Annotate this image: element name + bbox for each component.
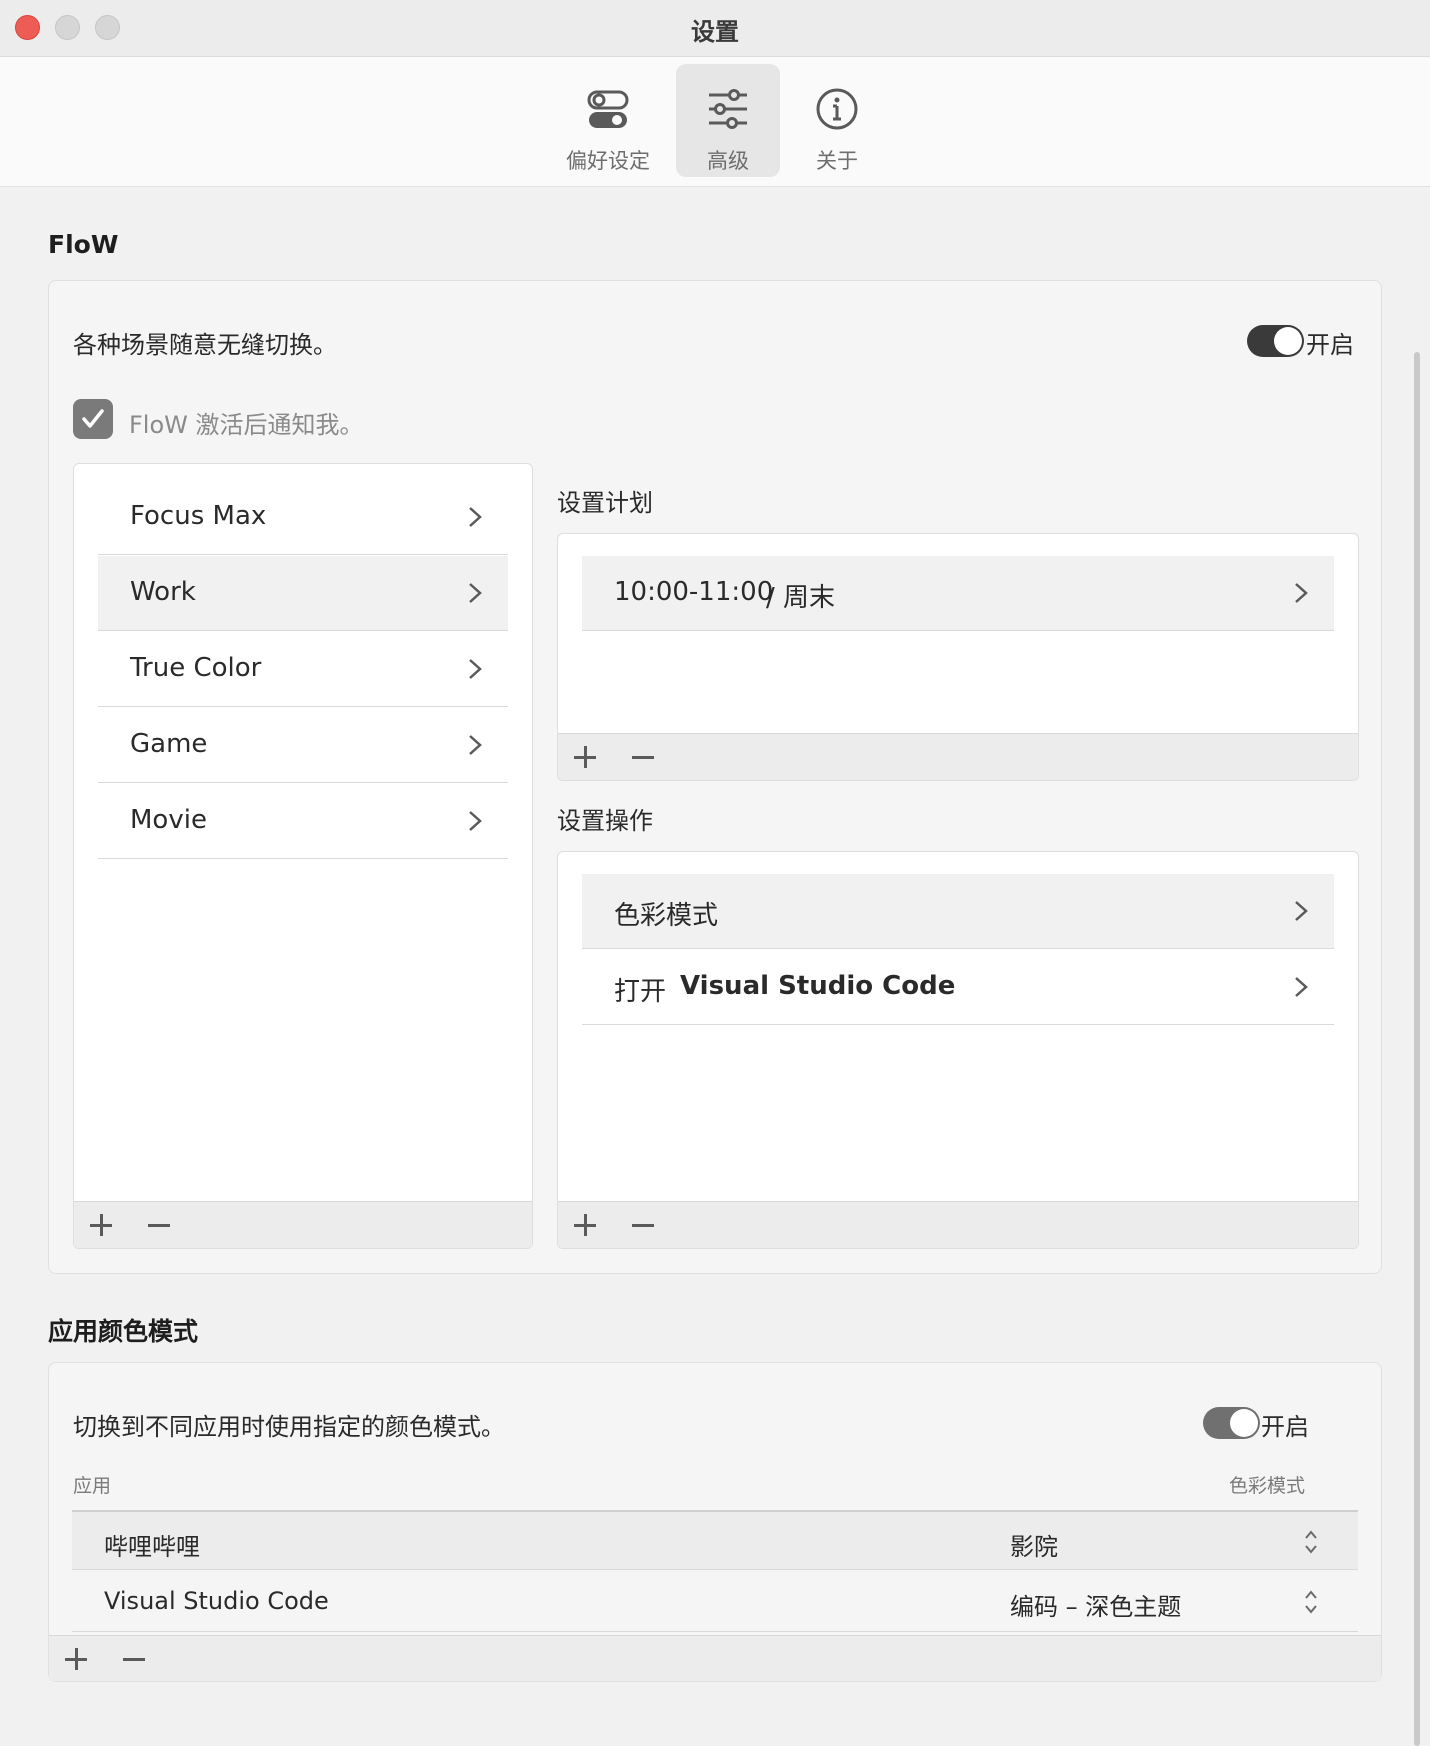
notify-checkbox[interactable]	[73, 399, 113, 439]
tab-preferences-label: 偏好设定	[566, 149, 650, 173]
remove-app-button[interactable]	[123, 1648, 145, 1670]
schedule-time: 10:00-11:00	[614, 577, 774, 607]
app-color-toggle[interactable]	[1203, 1407, 1260, 1439]
color-mode-value: 影院	[1010, 1533, 1058, 1561]
flow-panel: 各种场景随意无缝切换。 开启 FloW 激活后通知我。 Focus Max Wo…	[48, 280, 1382, 1274]
scene-list: Focus Max Work True Color Game Movie	[73, 463, 533, 1249]
chevron-right-icon	[469, 659, 482, 679]
settings-window: 设置 偏好设定 高级 关于 FloW 各种场景随意无缝切换。 开启 FloW 激…	[0, 0, 1430, 1746]
schedule-row[interactable]: 10:00-11:00 / 周末	[582, 556, 1334, 631]
scene-label: Focus Max	[130, 501, 267, 531]
app-name: 哔哩哔哩	[104, 1533, 200, 1561]
scene-row-game[interactable]: Game	[98, 708, 508, 783]
chevron-right-icon	[469, 507, 482, 527]
schedule-list: 10:00-11:00 / 周末	[557, 533, 1359, 781]
color-mode-value: 编码 – 深色主题	[1010, 1593, 1182, 1621]
remove-scene-button[interactable]	[148, 1214, 170, 1236]
add-app-button[interactable]	[65, 1648, 87, 1670]
app-color-footer	[49, 1635, 1381, 1681]
sliders-icon	[709, 89, 747, 129]
schedule-days: / 周末	[766, 583, 836, 613]
toggle-knob	[1230, 1409, 1258, 1437]
up-down-chevron-icon[interactable]	[1304, 1528, 1318, 1556]
tab-preferences[interactable]: 偏好设定	[556, 64, 660, 177]
tab-about-label: 关于	[816, 149, 858, 173]
column-header-color-mode: 色彩模式	[1229, 1475, 1306, 1497]
schedule-title: 设置计划	[557, 489, 653, 517]
action-prefix: 打开	[614, 977, 667, 1007]
tab-advanced[interactable]: 高级	[676, 64, 780, 177]
chevron-right-icon	[469, 811, 482, 831]
flow-description: 各种场景随意无缝切换。	[73, 331, 337, 359]
scene-label: True Color	[130, 653, 262, 683]
app-name: Visual Studio Code	[104, 1587, 329, 1615]
toggles-icon	[587, 90, 629, 128]
column-header-app: 应用	[73, 1475, 112, 1497]
scene-row-work[interactable]: Work	[98, 556, 508, 631]
schedule-list-footer	[558, 733, 1358, 780]
remove-schedule-button[interactable]	[632, 746, 654, 768]
actions-list-footer	[558, 1201, 1358, 1248]
scene-row-movie[interactable]: Movie	[98, 784, 508, 859]
actions-list: 色彩模式 打开 Visual Studio Code	[557, 851, 1359, 1249]
action-label: 色彩模式	[614, 901, 719, 931]
flow-toggle[interactable]	[1247, 325, 1304, 357]
chevron-right-icon	[469, 583, 482, 603]
toggle-knob	[1274, 327, 1302, 355]
chevron-right-icon	[1295, 901, 1308, 921]
action-app-name: Visual Studio Code	[680, 971, 956, 1001]
flow-section-title: FloW	[48, 230, 119, 259]
scene-label: Movie	[130, 805, 207, 835]
scene-row-focus-max[interactable]: Focus Max	[98, 480, 508, 555]
scrollbar[interactable]	[1414, 352, 1420, 1746]
flow-toggle-label: 开启	[1306, 331, 1354, 359]
scene-row-true-color[interactable]: True Color	[98, 632, 508, 707]
chevron-right-icon	[1295, 583, 1308, 603]
table-row[interactable]: 哔哩哔哩 影院	[72, 1510, 1358, 1570]
add-action-button[interactable]	[574, 1214, 596, 1236]
title-bar: 设置	[0, 0, 1430, 57]
add-scene-button[interactable]	[90, 1214, 112, 1236]
notify-label: FloW 激活后通知我。	[129, 411, 364, 439]
chevron-right-icon	[469, 735, 482, 755]
action-row-color-mode[interactable]: 色彩模式	[582, 874, 1334, 949]
table-row[interactable]: Visual Studio Code 编码 – 深色主题	[72, 1572, 1358, 1632]
checkmark-icon	[82, 409, 104, 428]
app-color-section-title: 应用颜色模式	[48, 1317, 199, 1346]
actions-title: 设置操作	[557, 807, 653, 835]
remove-action-button[interactable]	[632, 1214, 654, 1236]
tab-about[interactable]: 关于	[785, 64, 889, 177]
scene-list-footer	[74, 1201, 532, 1248]
add-schedule-button[interactable]	[574, 746, 596, 768]
scene-label: Game	[130, 729, 208, 759]
chevron-right-icon	[1295, 977, 1308, 997]
toolbar: 偏好设定 高级 关于	[0, 57, 1430, 187]
window-title: 设置	[691, 18, 739, 46]
scene-label: Work	[130, 577, 196, 607]
app-color-description: 切换到不同应用时使用指定的颜色模式。	[73, 1413, 505, 1441]
tab-advanced-label: 高级	[707, 149, 749, 173]
app-color-toggle-label: 开启	[1261, 1413, 1309, 1441]
action-row-open-app[interactable]: 打开 Visual Studio Code	[582, 950, 1334, 1025]
up-down-chevron-icon[interactable]	[1304, 1588, 1318, 1616]
info-icon	[816, 88, 858, 130]
